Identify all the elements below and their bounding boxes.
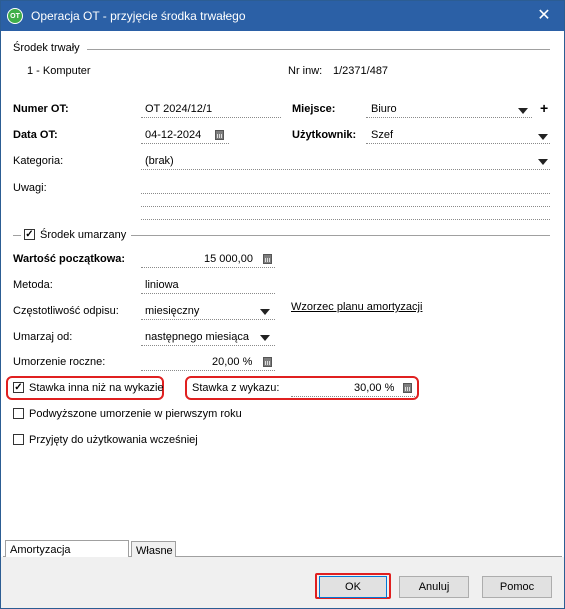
uwagi-label[interactable]: Uwagi: — [13, 182, 47, 194]
umarzaj-underline — [141, 345, 275, 346]
stawka-wykaz-underline — [291, 396, 415, 397]
przyjety-label: Przyjęty do użytkowania wcześniej — [29, 434, 198, 446]
podwyzszone-label: Podwyższone umorzenie w pierwszym roku — [29, 408, 242, 420]
numer-ot-underline — [141, 117, 281, 118]
calendar-icon[interactable] — [215, 130, 224, 140]
dialog-window: OT Operacja OT - przyjęcie środka trwałe… — [0, 0, 565, 609]
chevron-down-icon[interactable] — [538, 134, 548, 140]
uzytkownik-label: Użytkownik: — [292, 129, 357, 141]
umorzenie-roczne-input[interactable]: 20,00 % — [212, 356, 252, 368]
stawka-wykaz-label: Stawka z wykazu: — [192, 382, 280, 394]
calculator-icon[interactable] — [263, 254, 272, 264]
asset-section-label: Środek trwały — [13, 42, 80, 54]
cancel-button[interactable]: Anuluj — [399, 576, 469, 598]
uwagi-line-1[interactable] — [141, 193, 550, 194]
tab-amortyzacja-podatkowa[interactable]: Amortyzacja podatkowa — [5, 540, 129, 568]
ok-button[interactable]: OK — [319, 576, 387, 598]
wartosc-poczatkowa-input[interactable]: 15 000,00 — [204, 253, 253, 265]
kategoria-select[interactable]: (brak) — [145, 155, 174, 167]
metoda-underline — [141, 293, 275, 294]
data-ot-label: Data OT: — [13, 129, 58, 141]
wartosc-poczatkowa-label: Wartość początkowa: — [13, 253, 126, 265]
chevron-down-icon[interactable] — [260, 335, 270, 341]
wartosc-underline — [141, 267, 275, 268]
button-panel — [1, 557, 564, 608]
chevron-down-icon[interactable] — [538, 159, 548, 165]
help-button[interactable]: Pomoc — [482, 576, 552, 598]
czestotliwosc-label: Częstotliwość odpisu: — [13, 305, 119, 317]
kategoria-underline — [141, 169, 550, 170]
srodek-umarzany-checkbox[interactable]: ✓ — [24, 229, 35, 240]
window-title: Operacja OT - przyjęcie środka trwałego — [31, 9, 246, 23]
kategoria-label: Kategoria: — [13, 155, 64, 167]
numer-ot-input[interactable]: OT 2024/12/1 — [145, 103, 212, 115]
przyjety-checkbox[interactable] — [13, 434, 24, 445]
close-icon[interactable]: ✕ — [524, 1, 564, 31]
data-ot-underline — [141, 143, 229, 144]
add-location-icon[interactable]: + — [540, 100, 548, 116]
umarzaj-od-label: Umarzaj od: — [13, 331, 73, 343]
wzorzec-planu-link[interactable]: Wzorzec planu amortyzacji — [291, 301, 422, 313]
depreciation-divider-left — [13, 235, 21, 236]
chevron-down-icon[interactable] — [260, 309, 270, 315]
depreciation-divider — [131, 235, 550, 236]
czestotliwosc-underline — [141, 319, 275, 320]
tab-wlasne[interactable]: Własne — [131, 541, 176, 557]
miejsce-select[interactable]: Biuro — [371, 103, 397, 115]
asset-section-divider — [87, 49, 550, 50]
numer-ot-label: Numer OT: — [13, 103, 69, 115]
uzytkownik-underline — [366, 143, 550, 144]
asset-name: 1 - Komputer — [27, 65, 91, 77]
stawka-wykaz-input[interactable]: 30,00 % — [354, 382, 394, 394]
chevron-down-icon[interactable] — [518, 108, 528, 114]
uwagi-line-3[interactable] — [141, 219, 550, 220]
inv-number-value: 1/2371/487 — [333, 65, 389, 77]
data-ot-input[interactable]: 04-12-2024 — [145, 129, 201, 141]
umarzaj-od-select[interactable]: następnego miesiąca — [145, 331, 249, 343]
podwyzszone-checkbox[interactable] — [13, 408, 24, 419]
uwagi-line-2[interactable] — [141, 206, 550, 207]
stawka-inna-checkbox[interactable]: ✓ — [13, 382, 24, 393]
czestotliwosc-select[interactable]: miesięczny — [145, 305, 199, 317]
uzytkownik-select[interactable]: Szef — [371, 129, 393, 141]
app-icon: OT — [7, 8, 23, 24]
calculator-icon[interactable] — [263, 357, 272, 367]
metoda-label: Metoda: — [13, 279, 53, 291]
miejsce-underline — [366, 117, 532, 118]
umorzenie-roczne-label: Umorzenie roczne: — [13, 356, 106, 368]
title-bar: OT Operacja OT - przyjęcie środka trwałe… — [1, 1, 564, 31]
srodek-umarzany-label: Środek umarzany — [40, 229, 127, 241]
calculator-icon[interactable] — [403, 383, 412, 393]
stawka-inna-label: Stawka inna niż na wykazie — [29, 382, 164, 394]
umorzenie-underline — [141, 370, 275, 371]
inv-number-label: Nr inw: — [288, 65, 323, 77]
miejsce-label: Miejsce: — [292, 103, 336, 115]
metoda-select[interactable]: liniowa — [145, 279, 179, 291]
